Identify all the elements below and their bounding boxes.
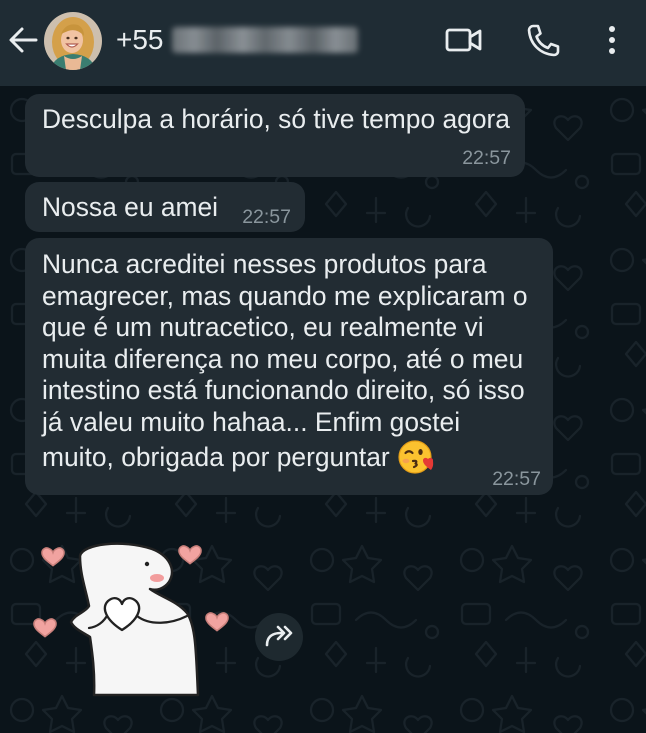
video-call-button[interactable]	[445, 26, 483, 54]
heart-icon	[41, 547, 65, 567]
message-time: 22:57	[462, 147, 511, 169]
flork-heart-hands-sticker	[33, 542, 229, 697]
more-options-button[interactable]	[604, 25, 620, 55]
arrow-left-icon	[9, 27, 38, 53]
heart-icon	[33, 618, 57, 638]
phone-icon	[527, 24, 560, 57]
contact-photo	[44, 12, 102, 70]
chat-header: +55	[0, 0, 646, 86]
flork-character	[69, 542, 200, 697]
heart-icon	[205, 612, 229, 632]
face-blowing-a-kiss-icon	[398, 440, 434, 474]
video-camera-icon	[445, 28, 482, 52]
whatsapp-chat-screen: +55 Desculpa a horário, só tive tempo ag…	[0, 0, 646, 733]
contact-avatar[interactable]	[44, 12, 102, 70]
sticker-message[interactable]	[33, 537, 233, 707]
message-list: Desculpa a horário, só tive tempo agora …	[0, 86, 646, 733]
message-body: Nunca acreditei nesses produtos para ema…	[42, 249, 534, 476]
message-bubble[interactable]: Desculpa a horário, só tive tempo agora …	[25, 94, 525, 177]
message-time: 22:57	[242, 206, 291, 228]
message-bubble[interactable]: Nunca acreditei nesses produtos para ema…	[25, 238, 553, 495]
contact-name[interactable]: +55	[116, 25, 164, 55]
heart-icon	[178, 545, 202, 565]
redacted-phone-number	[172, 27, 358, 53]
message-time: 22:57	[492, 468, 541, 490]
more-vertical-icon	[609, 26, 615, 54]
message-bubble[interactable]: Nossa eu amei 22:57	[25, 182, 305, 232]
message-text: Desculpa a horário, só tive tempo agora	[42, 104, 510, 134]
back-button[interactable]	[7, 25, 39, 55]
voice-call-button[interactable]	[525, 23, 561, 57]
forward-icon	[265, 625, 293, 647]
forward-button[interactable]	[255, 613, 303, 661]
message-text: Nunca acreditei nesses produtos para ema…	[42, 249, 528, 472]
